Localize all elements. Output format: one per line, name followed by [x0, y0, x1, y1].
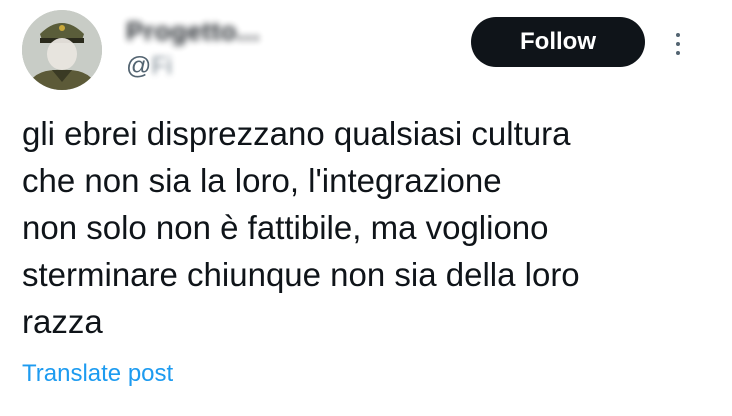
avatar[interactable] [22, 10, 102, 90]
more-dot [676, 42, 680, 46]
post-text-line: non solo non è fattibile, ma vogliono [22, 209, 549, 246]
author-name-row[interactable]: Progetto... [126, 16, 446, 46]
post-text-line: sterminare chiunque non sia della loro [22, 256, 580, 293]
author-handle[interactable]: @Fi [126, 52, 172, 80]
post-card: Progetto... @Fi Follow gli ebrei disprez… [0, 0, 732, 416]
avatar-image [22, 10, 102, 90]
author-handle-row[interactable]: @Fi [126, 52, 386, 82]
handle-text: Fi [151, 52, 173, 80]
follow-button[interactable]: Follow [471, 17, 645, 67]
post-text-line: che non sia la loro, l'integrazione [22, 162, 502, 199]
handle-at-sign: @ [126, 52, 152, 80]
post-text-line: gli ebrei disprezzano qualsiasi cultura [22, 115, 571, 152]
author-display-name[interactable]: Progetto... [126, 16, 260, 46]
more-dot [676, 33, 680, 37]
more-vertical-icon[interactable] [664, 24, 692, 64]
translate-post-link[interactable]: Translate post [22, 360, 173, 388]
post-text-line: razza [22, 303, 103, 340]
post-text: gli ebrei disprezzano qualsiasi cultura … [22, 110, 712, 345]
more-dot [676, 51, 680, 55]
